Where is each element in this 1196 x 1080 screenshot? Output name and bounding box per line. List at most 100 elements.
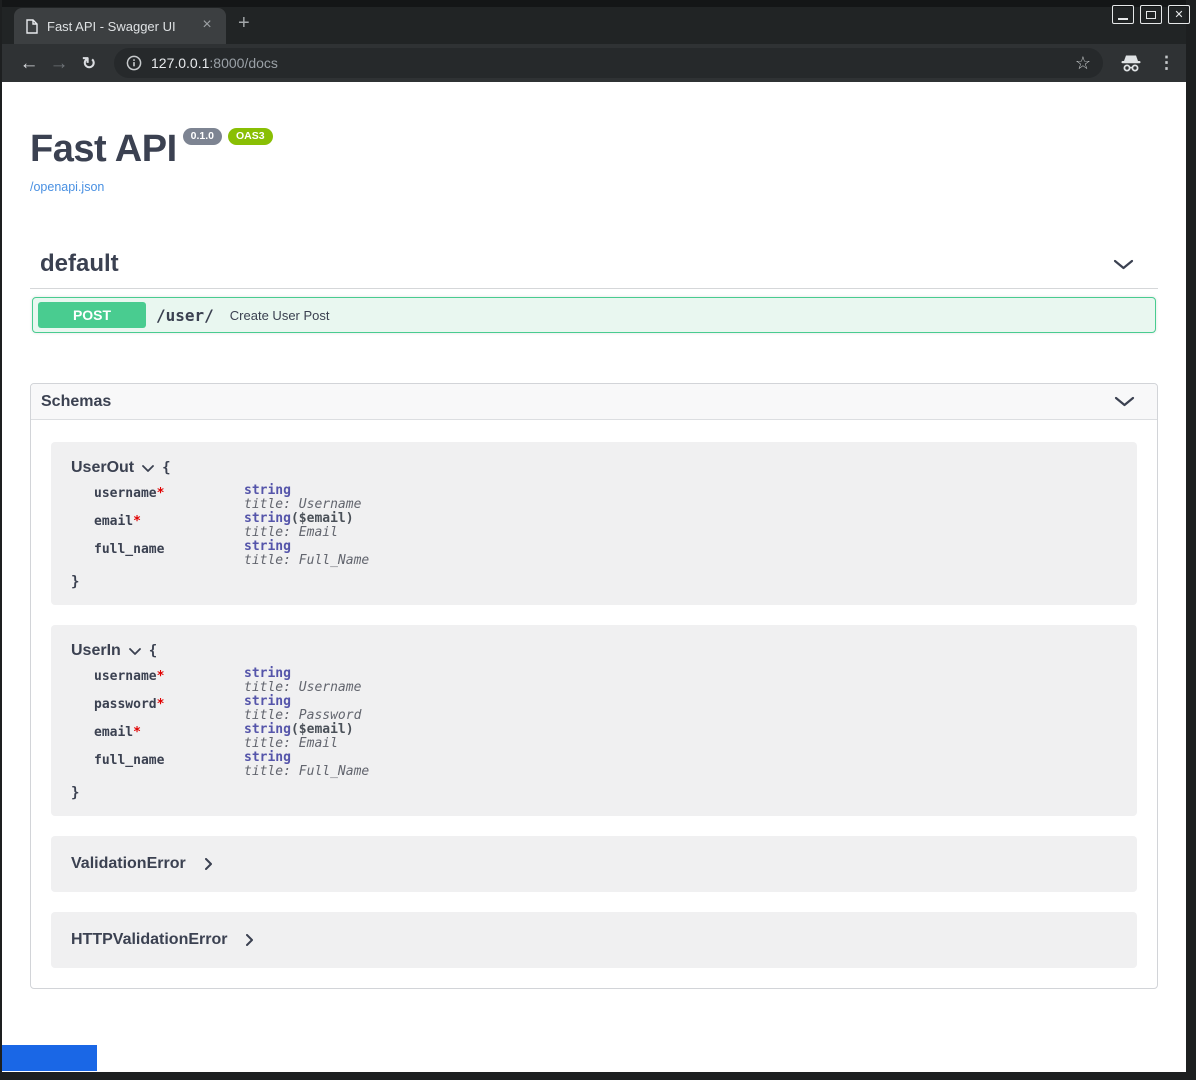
- required-star: *: [157, 669, 165, 684]
- model-properties: username* string title: Username passwor…: [94, 667, 369, 779]
- version-badge: 0.1.0: [183, 128, 222, 145]
- property-name: username: [94, 486, 157, 501]
- property-title: title: Username: [244, 681, 369, 695]
- model-validationerror[interactable]: ValidationError: [51, 836, 1137, 892]
- window-top-edge: [2, 0, 1186, 7]
- page-favicon-icon: [26, 19, 38, 34]
- required-star: *: [157, 697, 165, 712]
- open-brace: {: [162, 460, 170, 476]
- model-name: UserIn: [71, 642, 121, 660]
- model-name: ValidationError: [71, 855, 186, 873]
- property-title: title: Email: [244, 526, 369, 540]
- property-title: title: Full_Name: [244, 554, 369, 568]
- property-name: full_name: [94, 753, 164, 768]
- browser-toolbar: ← → ↻ 127.0.0.1:8000/docs ☆: [2, 44, 1186, 82]
- titlebar: Fast API - Swagger UI × +: [2, 0, 1186, 44]
- back-icon[interactable]: ←: [14, 54, 44, 73]
- property-name: full_name: [94, 542, 164, 557]
- chevron-right-icon[interactable]: [246, 934, 253, 946]
- model-httpvalidationerror[interactable]: HTTPValidationError: [51, 912, 1137, 968]
- required-star: *: [133, 514, 141, 529]
- property-format: ($email): [291, 511, 354, 526]
- property-title: title: Full_Name: [244, 765, 369, 779]
- property-name: username: [94, 669, 157, 684]
- oas3-badge: OAS3: [228, 128, 273, 145]
- property-title: title: Email: [244, 737, 369, 751]
- url-text[interactable]: 127.0.0.1:8000/docs: [151, 55, 278, 71]
- status-bubble: [2, 1045, 97, 1071]
- new-tab-icon[interactable]: +: [238, 13, 250, 33]
- property-name: email: [94, 514, 133, 529]
- chevron-down-icon[interactable]: [129, 648, 141, 655]
- property-type: string: [244, 666, 291, 681]
- close-brace: }: [71, 785, 1117, 801]
- tag-section-default: default POST /user/ Create User Post: [30, 244, 1158, 333]
- page-content: Fast API 0.1.0 OAS3 /openapi.json default …: [2, 82, 1186, 1072]
- property-title: title: Password: [244, 709, 369, 723]
- property-format: ($email): [291, 722, 354, 737]
- url-host: 127.0.0.1: [151, 55, 209, 71]
- property-row: full_name string title: Full_Name: [94, 751, 369, 779]
- property-type: string: [244, 483, 291, 498]
- chevron-down-icon[interactable]: [1114, 396, 1135, 407]
- chevron-down-icon[interactable]: [1113, 259, 1134, 270]
- incognito-icon: [1119, 53, 1143, 73]
- model-name: HTTPValidationError: [71, 931, 227, 949]
- chevron-right-icon[interactable]: [205, 858, 212, 870]
- page-title: Fast API: [30, 128, 177, 170]
- minimize-icon: [1118, 18, 1128, 20]
- maximize-icon: [1146, 11, 1156, 19]
- tab-close-icon[interactable]: ×: [198, 17, 216, 35]
- property-type: string: [244, 722, 291, 737]
- site-info-icon[interactable]: [126, 55, 142, 71]
- forward-icon: →: [44, 54, 74, 73]
- model-title-row[interactable]: UserOut {: [71, 459, 1117, 477]
- openapi-spec-link[interactable]: /openapi.json: [30, 180, 1158, 194]
- browser-tab[interactable]: Fast API - Swagger UI ×: [14, 8, 226, 44]
- bookmark-star-icon[interactable]: ☆: [1075, 54, 1091, 72]
- property-name: password: [94, 697, 157, 712]
- address-bar[interactable]: 127.0.0.1:8000/docs ☆: [114, 48, 1103, 78]
- opblock-post-user[interactable]: POST /user/ Create User Post: [32, 297, 1156, 333]
- tag-header[interactable]: default: [30, 244, 1158, 284]
- property-row: username* string title: Username: [94, 484, 369, 512]
- property-row: full_name string title: Full_Name: [94, 540, 369, 568]
- model-properties: username* string title: Username email* …: [94, 484, 369, 568]
- tag-divider: [30, 288, 1158, 289]
- property-type: string: [244, 694, 291, 709]
- property-row: password* string title: Password: [94, 695, 369, 723]
- model-title-row[interactable]: UserIn {: [71, 642, 1117, 660]
- close-button[interactable]: ✕: [1168, 5, 1190, 24]
- property-row: email* string($email) title: Email: [94, 723, 369, 751]
- model-name: UserOut: [71, 459, 134, 477]
- property-type: string: [244, 539, 291, 554]
- property-row: username* string title: Username: [94, 667, 369, 695]
- operation-summary: Create User Post: [230, 308, 330, 323]
- property-row: email* string($email) title: Email: [94, 512, 369, 540]
- tab-title: Fast API - Swagger UI: [47, 19, 198, 34]
- property-type: string: [244, 511, 291, 526]
- chevron-down-icon[interactable]: [142, 465, 154, 472]
- tag-name: default: [40, 250, 119, 278]
- reload-icon[interactable]: ↻: [74, 54, 104, 73]
- model-userout: UserOut { username* string: [51, 442, 1137, 605]
- open-brace: {: [149, 643, 157, 659]
- schemas-title: Schemas: [41, 393, 111, 411]
- property-name: email: [94, 725, 133, 740]
- browser-window: Fast API - Swagger UI × + ← → ↻ 127.0.0.…: [0, 0, 1196, 1080]
- model-userin: UserIn { username* string: [51, 625, 1137, 816]
- url-path: :8000/docs: [209, 55, 278, 71]
- browser-menu-icon[interactable]: ⋮: [1158, 53, 1174, 73]
- property-type: string: [244, 750, 291, 765]
- window-controls: ✕: [1112, 5, 1190, 24]
- schemas-header[interactable]: Schemas: [31, 384, 1157, 420]
- schemas-section: Schemas UserOut: [30, 383, 1158, 989]
- post-method-button[interactable]: POST: [38, 302, 146, 328]
- required-star: *: [133, 725, 141, 740]
- maximize-button[interactable]: [1140, 5, 1162, 24]
- property-title: title: Username: [244, 498, 369, 512]
- operation-path: /user/: [156, 306, 214, 325]
- minimize-button[interactable]: [1112, 5, 1134, 24]
- close-brace: }: [71, 574, 1117, 590]
- required-star: *: [157, 486, 165, 501]
